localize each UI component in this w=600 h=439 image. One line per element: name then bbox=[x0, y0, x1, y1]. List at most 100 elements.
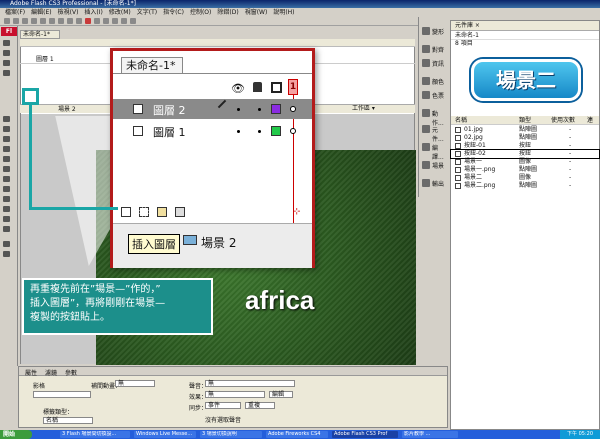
lock-dot[interactable] bbox=[258, 108, 261, 111]
visible-dot[interactable] bbox=[237, 130, 240, 133]
keyframe-icon[interactable] bbox=[290, 128, 296, 134]
open-file-icon[interactable] bbox=[13, 18, 19, 24]
taskbar-item[interactable]: Adobe Fireworks CS4 bbox=[266, 431, 328, 438]
taskbar-item[interactable]: 3 場景切換說明 bbox=[200, 431, 262, 438]
library-item-selected[interactable]: 按鈕-02 按鈕 - bbox=[450, 149, 600, 159]
eyedropper-tool-icon[interactable] bbox=[3, 196, 10, 202]
effect-select[interactable]: 無 bbox=[205, 391, 265, 398]
workspace-dropdown[interactable]: 工作區 ▾ bbox=[352, 104, 375, 113]
library-item[interactable]: 場景一.png 點陣圖 - bbox=[451, 166, 599, 174]
layer-color-swatch[interactable] bbox=[271, 126, 281, 136]
library-item[interactable]: 01.jpg 點陣圖 - bbox=[451, 126, 599, 134]
menu-control[interactable]: 控制(O) bbox=[188, 8, 213, 17]
eye-icon[interactable]: 👁 bbox=[231, 82, 245, 95]
menu-commands[interactable]: 指令(C) bbox=[161, 8, 186, 17]
redo-icon[interactable] bbox=[76, 18, 82, 24]
print-icon[interactable] bbox=[31, 18, 37, 24]
layer-color-swatch[interactable] bbox=[271, 104, 281, 114]
undo-icon[interactable] bbox=[67, 18, 73, 24]
tab-properties[interactable]: 屬性 bbox=[25, 368, 37, 377]
hand-tool-icon[interactable] bbox=[3, 216, 10, 222]
column-uses[interactable]: 使用次數 bbox=[551, 116, 575, 125]
menu-window[interactable]: 視窗(W) bbox=[243, 8, 270, 17]
taskbar-item[interactable]: 3 Flash 場景間切換設... bbox=[60, 431, 130, 438]
column-name[interactable]: 名稱 bbox=[455, 116, 467, 125]
free-transform-tool-icon[interactable] bbox=[3, 60, 10, 66]
ink-bottle-tool-icon[interactable] bbox=[3, 176, 10, 182]
tween-select[interactable]: 無 bbox=[115, 380, 155, 387]
pencil-tool-icon[interactable] bbox=[3, 156, 10, 162]
subselection-tool-icon[interactable] bbox=[3, 50, 10, 56]
side-item-compiler[interactable]: 編譯... bbox=[421, 141, 448, 161]
eraser-tool-icon[interactable] bbox=[3, 206, 10, 212]
keyframe-icon[interactable] bbox=[290, 106, 296, 112]
lasso-tool-icon[interactable] bbox=[3, 70, 10, 76]
selection-tool-icon[interactable] bbox=[3, 40, 10, 46]
stroke-color-icon[interactable] bbox=[3, 241, 10, 247]
snap-magnet-icon[interactable] bbox=[85, 18, 91, 24]
library-item[interactable]: 02.jpg 點陣圖 - bbox=[451, 134, 599, 142]
paint-bucket-tool-icon[interactable] bbox=[3, 186, 10, 192]
menu-modify[interactable]: 修改(M) bbox=[107, 8, 133, 17]
start-button[interactable]: 開始 bbox=[0, 430, 32, 439]
column-linkage[interactable]: 連 bbox=[587, 116, 593, 125]
library-document-select[interactable]: 未命名-1 bbox=[451, 31, 599, 40]
menu-edit[interactable]: 編輯(E) bbox=[29, 8, 53, 17]
taskbar-item-active[interactable]: Adobe Flash CS3 Prof bbox=[332, 431, 398, 438]
copy-icon[interactable] bbox=[49, 18, 55, 24]
side-item-transform[interactable]: 變形 bbox=[421, 25, 448, 43]
align-icon[interactable] bbox=[130, 18, 136, 24]
fill-color-icon[interactable] bbox=[3, 251, 10, 257]
edit-button[interactable]: 編輯 bbox=[269, 391, 293, 398]
sync-select[interactable]: 事件 bbox=[205, 402, 241, 409]
side-item-components[interactable]: 元件... bbox=[421, 123, 448, 143]
new-file-icon[interactable] bbox=[4, 18, 10, 24]
lock-icon[interactable] bbox=[253, 82, 262, 92]
insert-layer-icon[interactable] bbox=[121, 207, 131, 217]
menu-text[interactable]: 文字(T) bbox=[135, 8, 159, 17]
paste-icon[interactable] bbox=[58, 18, 64, 24]
delete-layer-icon[interactable] bbox=[175, 207, 185, 217]
zoom-document-tab[interactable]: 未命名-1* bbox=[121, 57, 183, 73]
column-type[interactable]: 類型 bbox=[519, 116, 531, 125]
text-tool-icon[interactable] bbox=[3, 126, 10, 132]
cut-icon[interactable] bbox=[40, 18, 46, 24]
taskbar-item[interactable]: Windows Live Messe... bbox=[134, 431, 196, 438]
library-item[interactable]: 按鈕-01 按鈕 - bbox=[451, 142, 599, 150]
library-item[interactable]: 場景二 圖像 - bbox=[451, 174, 599, 182]
outline-icon[interactable] bbox=[271, 82, 282, 93]
visible-dot[interactable] bbox=[237, 108, 240, 111]
add-motion-guide-icon[interactable] bbox=[139, 207, 149, 217]
menu-file[interactable]: 檔案(F) bbox=[3, 8, 27, 17]
library-item[interactable]: 場景二.png 點陣圖 - bbox=[451, 182, 599, 190]
zoom-tool-icon[interactable] bbox=[3, 226, 10, 232]
label-type-select[interactable]: 名稱 bbox=[43, 417, 93, 424]
lock-dot[interactable] bbox=[258, 130, 261, 133]
rotate-icon[interactable] bbox=[112, 18, 118, 24]
document-tab[interactable]: 未命名-1* bbox=[20, 30, 60, 39]
straighten-icon[interactable] bbox=[103, 18, 109, 24]
side-item-output[interactable]: 輸出 bbox=[421, 177, 448, 195]
playhead-frame-number[interactable]: 1 bbox=[288, 79, 298, 95]
menu-view[interactable]: 檢視(V) bbox=[56, 8, 81, 17]
side-item-info[interactable]: 資訊 bbox=[421, 57, 448, 75]
library-header[interactable]: 元件庫 × bbox=[451, 21, 599, 31]
taskbar-item[interactable]: 影片教學 ... bbox=[402, 431, 458, 438]
layer-row-2[interactable]: 圖層 2 bbox=[113, 99, 312, 119]
menu-insert[interactable]: 插入(I) bbox=[82, 8, 104, 17]
library-item[interactable]: 場景一 圖像 - bbox=[451, 158, 599, 166]
frame-name-field[interactable] bbox=[33, 391, 91, 398]
smooth-icon[interactable] bbox=[94, 18, 100, 24]
brush-tool-icon[interactable] bbox=[3, 166, 10, 172]
menu-help[interactable]: 說明(H) bbox=[271, 8, 296, 17]
menu-debug[interactable]: 除錯(D) bbox=[215, 8, 240, 17]
insert-folder-icon[interactable] bbox=[157, 207, 167, 217]
save-icon[interactable] bbox=[22, 18, 28, 24]
pen-tool-icon[interactable] bbox=[3, 116, 10, 122]
tab-parameters[interactable]: 參數 bbox=[65, 368, 77, 377]
sound-select[interactable]: 無 bbox=[205, 380, 295, 387]
side-item-swatches[interactable]: 色票 bbox=[421, 89, 448, 107]
scale-icon[interactable] bbox=[121, 18, 127, 24]
layer-row-1[interactable]: 圖層 1 bbox=[113, 121, 312, 141]
line-tool-icon[interactable] bbox=[3, 136, 10, 142]
